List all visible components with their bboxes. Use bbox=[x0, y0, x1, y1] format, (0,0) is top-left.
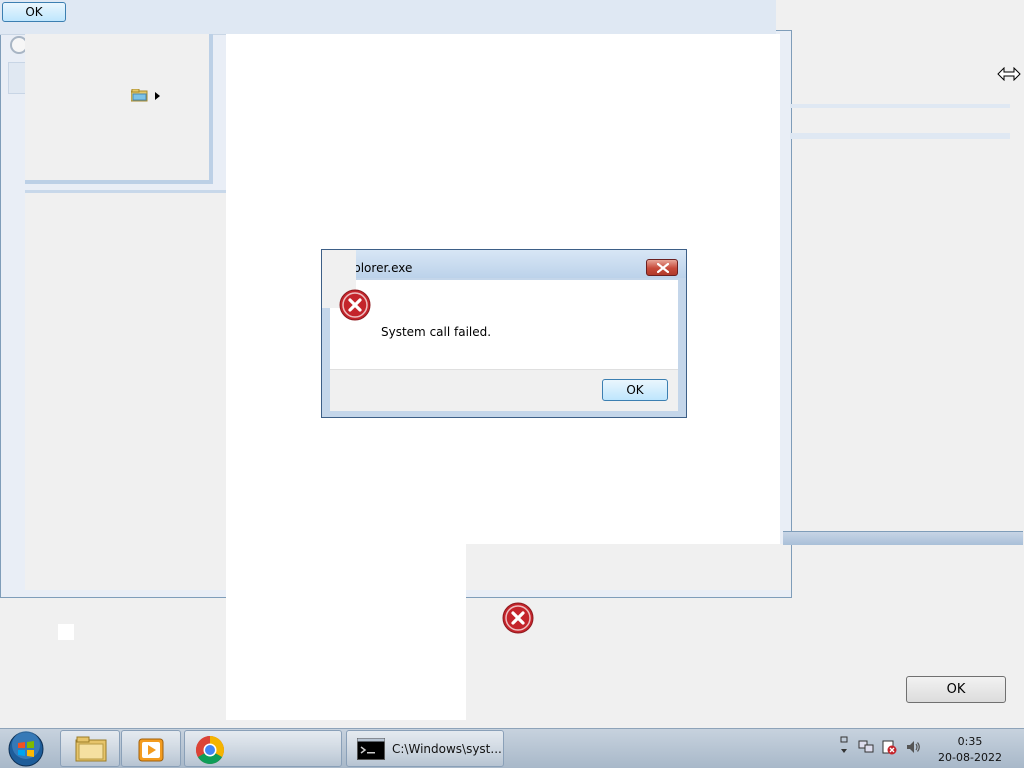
folder-icon[interactable] bbox=[131, 89, 148, 102]
dialog-close-button[interactable] bbox=[646, 259, 678, 276]
taskbar: C:\Windows\syst... 0:35 20-08-2022 bbox=[0, 728, 1024, 768]
show-hidden-icons-icon[interactable] bbox=[838, 735, 850, 759]
clock-time[interactable]: 0:35 bbox=[950, 735, 990, 748]
right-pane bbox=[792, 0, 1024, 530]
right-divider-line bbox=[790, 133, 1010, 139]
taskbar-cmd-label: C:\Windows\syst... bbox=[392, 742, 502, 756]
error-dialog: xplorer.exe System call failed. OK bbox=[321, 249, 687, 418]
dialog-message: System call failed. bbox=[381, 325, 492, 339]
bottom-ok-button[interactable]: OK bbox=[906, 676, 1006, 703]
top-ok-button[interactable]: OK bbox=[2, 2, 66, 22]
taskbar-cmd-button[interactable]: C:\Windows\syst... bbox=[346, 730, 504, 767]
volume-icon[interactable] bbox=[905, 739, 921, 755]
checkbox-ghost bbox=[58, 624, 74, 640]
error-icon bbox=[339, 289, 371, 321]
error-icon bbox=[502, 602, 534, 634]
lower-gray-panel bbox=[466, 544, 791, 590]
media-player-icon bbox=[138, 738, 164, 762]
left-pane bbox=[25, 190, 226, 590]
taskbar-chrome-button[interactable] bbox=[184, 730, 342, 767]
dialog-ok-button[interactable]: OK bbox=[602, 379, 668, 401]
clock-date[interactable]: 20-08-2022 bbox=[930, 751, 1010, 764]
start-button[interactable] bbox=[6, 731, 46, 767]
chrome-icon bbox=[196, 736, 224, 764]
network-icon[interactable] bbox=[858, 739, 874, 755]
resize-cursor-icon bbox=[997, 67, 1021, 81]
content-column-fragment bbox=[226, 544, 466, 720]
expand-arrow-icon[interactable] bbox=[155, 92, 160, 100]
taskbar-explorer-button[interactable] bbox=[60, 730, 120, 767]
right-scrollbar-strip[interactable] bbox=[783, 531, 1023, 545]
folder-icon bbox=[75, 736, 107, 762]
taskbar-media-player-button[interactable] bbox=[121, 730, 181, 767]
right-divider-line bbox=[790, 104, 1010, 108]
command-prompt-icon bbox=[357, 738, 385, 760]
close-icon bbox=[657, 263, 669, 273]
navigation-panel bbox=[25, 34, 213, 184]
top-toolbar-strip bbox=[0, 0, 776, 35]
action-center-icon[interactable] bbox=[881, 739, 897, 755]
